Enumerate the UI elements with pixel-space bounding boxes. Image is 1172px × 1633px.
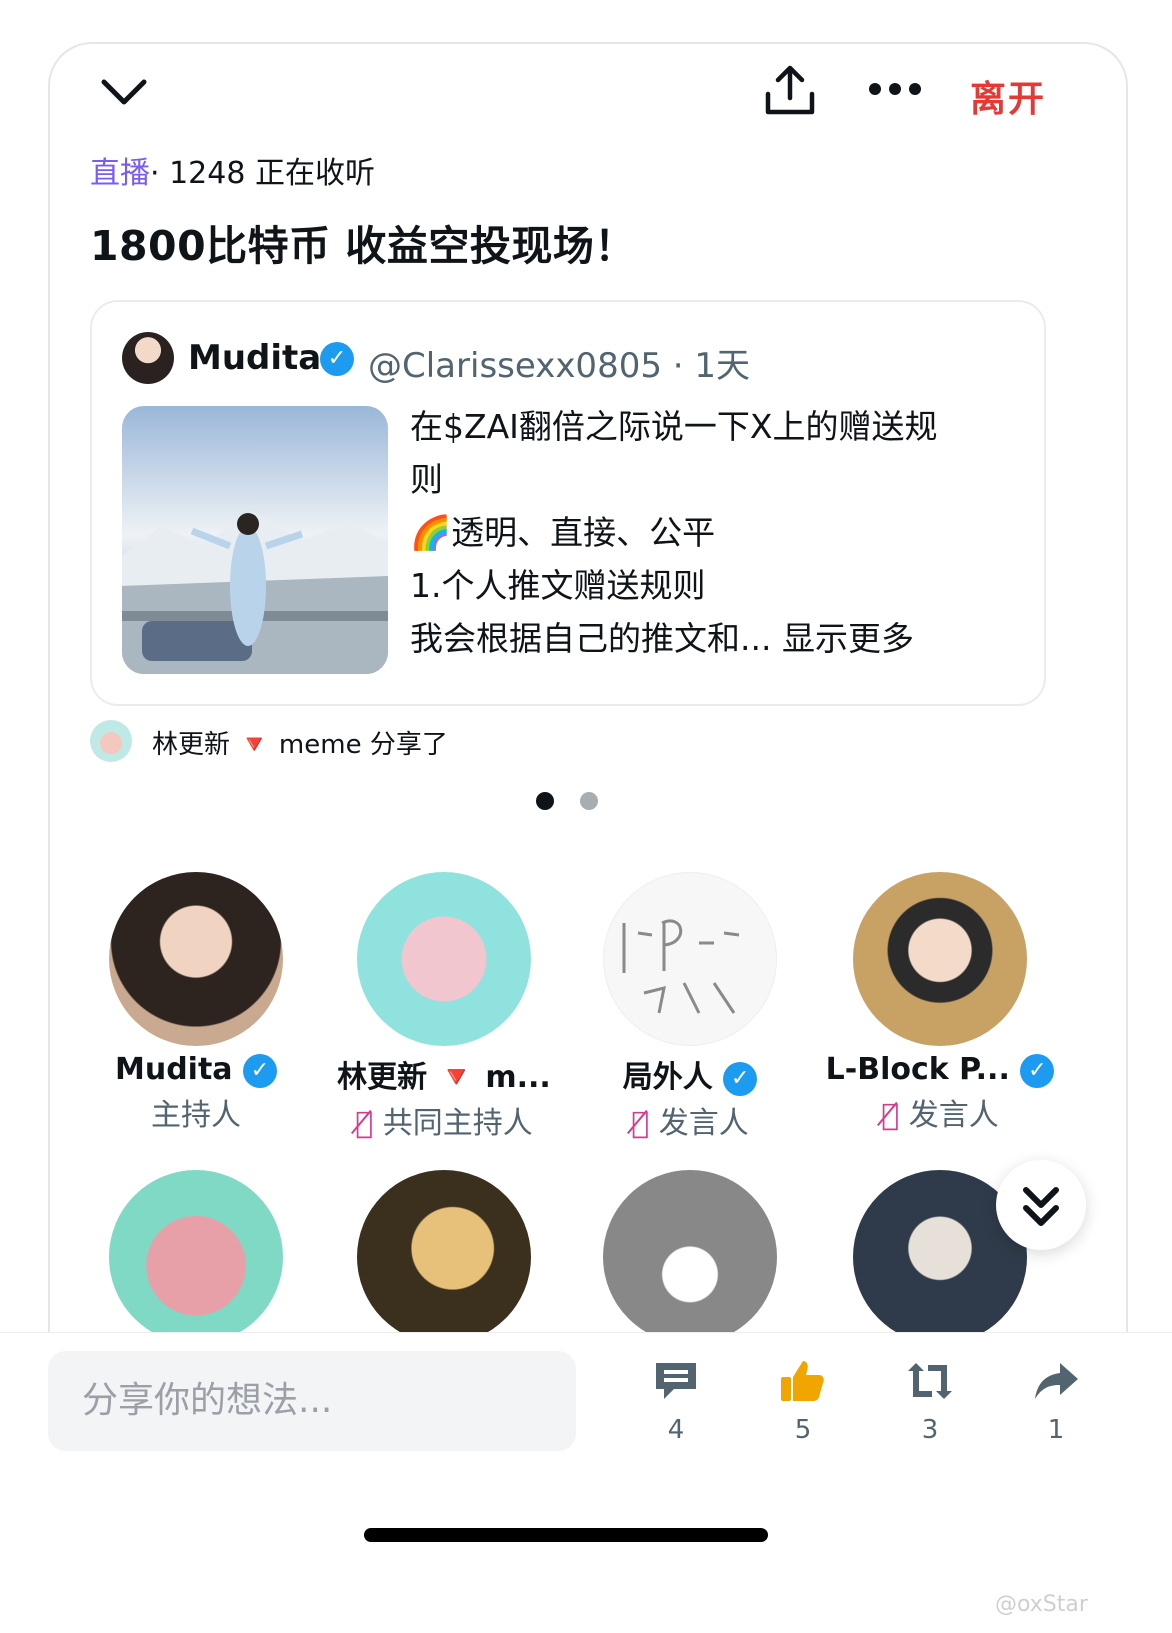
- listener-avatar[interactable]: [357, 1170, 531, 1344]
- carousel-dot-active[interactable]: [536, 792, 554, 810]
- home-indicator[interactable]: [364, 1528, 768, 1542]
- verified-badge-icon: ✓: [1020, 1053, 1055, 1088]
- muted-mic-icon: 🎙̸: [881, 1097, 900, 1133]
- post-line: 🌈透明、直接、公平: [410, 513, 716, 552]
- scroll-down-button[interactable]: [996, 1160, 1086, 1250]
- pinned-post-card[interactable]: Mudita ✓ @Clarissexx0805 · 1天 在$ZAI翻倍之际说…: [90, 300, 1046, 706]
- post-author-avatar[interactable]: [122, 332, 174, 384]
- speaker-1[interactable]: 局外人 ✓ 🎙̸ 发言人: [570, 872, 810, 1142]
- thoughts-input[interactable]: 分享你的想法...: [48, 1351, 576, 1451]
- speaker-name: 局外人: [622, 1060, 713, 1095]
- comment-icon: [656, 1363, 696, 1399]
- listener-avatar[interactable]: [603, 1170, 777, 1344]
- speaker-role-row: 🎙̸ 发言人: [820, 1090, 1060, 1134]
- speaker-role-row: 🎙̸ 共同主持人: [324, 1098, 564, 1142]
- live-status: 直播· 1248 正在收听: [90, 148, 375, 192]
- post-photo[interactable]: [122, 406, 388, 674]
- share-button[interactable]: 1: [1021, 1357, 1091, 1445]
- muted-mic-icon: 🎙̸: [355, 1106, 374, 1141]
- sharer-avatar: [90, 720, 132, 762]
- speaker-role-row: 🎙̸ 发言人: [570, 1098, 810, 1142]
- post-author-name[interactable]: Mudita: [188, 338, 321, 378]
- carousel-dots[interactable]: [536, 792, 598, 812]
- speaker-avatar[interactable]: [603, 872, 777, 1046]
- speaker-2[interactable]: L-Block P... ✓ 🎙̸ 发言人: [820, 872, 1060, 1134]
- listener-avatar[interactable]: [109, 1170, 283, 1344]
- speaker-name-row: Mudita ✓: [76, 1052, 316, 1088]
- speaker-name: 林更新 🔻 m...: [337, 1060, 551, 1095]
- retweet-button[interactable]: 3: [895, 1357, 965, 1445]
- show-more-link[interactable]: 显示更多: [782, 619, 914, 658]
- post-last-line: 我会根据自己的推文和...: [410, 619, 772, 658]
- speaker-role: 主持人: [151, 1097, 241, 1133]
- speaker-cohost[interactable]: 林更新 🔻 m... 🎙̸ 共同主持人: [324, 872, 564, 1142]
- post-line: 在$ZAI翻倍之际说一下X上的赠送规: [410, 407, 938, 446]
- space-title: 1800比特币 收益空投现场！: [90, 222, 636, 270]
- retweet-count: 3: [921, 1415, 939, 1445]
- live-tag: 直播: [90, 156, 150, 191]
- upload-share-icon[interactable]: [764, 64, 816, 116]
- comment-button[interactable]: 4: [641, 1357, 711, 1445]
- verified-badge-icon: ✓: [320, 342, 354, 376]
- post-line: 则: [410, 460, 443, 499]
- verified-badge-icon: ✓: [243, 1053, 277, 1088]
- space-sheet: 离开 直播· 1248 正在收听 1800比特币 收益空投现场！ Mudita …: [48, 42, 1128, 1444]
- muted-mic-icon: 🎙̸: [631, 1106, 650, 1141]
- carousel-dot[interactable]: [580, 792, 598, 810]
- speaker-host[interactable]: Mudita ✓ 主持人: [76, 872, 316, 1134]
- shared-label: meme 分享了: [278, 730, 448, 760]
- speaker-role: 发言人: [908, 1097, 999, 1133]
- like-count: 5: [794, 1415, 812, 1445]
- listener-count: · 1248 正在收听: [150, 156, 375, 191]
- post-handle-time: @Clarissexx0805 · 1天: [368, 346, 751, 386]
- thumbs-up-icon: [781, 1361, 824, 1401]
- shared-by-text: 林更新 🔻 meme 分享了: [152, 724, 448, 761]
- listener[interactable]: [570, 1170, 810, 1344]
- speaker-role: 共同主持人: [382, 1106, 533, 1141]
- post-text[interactable]: 在$ZAI翻倍之际说一下X上的赠送规 则 🌈透明、直接、公平 1.个人推文赠送规…: [410, 400, 1010, 665]
- sharer-name: 林更新: [152, 730, 231, 760]
- leave-button[interactable]: 离开: [970, 70, 1046, 122]
- speaker-avatar[interactable]: [853, 872, 1027, 1046]
- speaker-role: 发言人: [658, 1106, 749, 1141]
- post-line: 我会根据自己的推文和... 显示更多: [410, 612, 1010, 665]
- listener[interactable]: [76, 1170, 316, 1344]
- speaker-name-row: 局外人 ✓: [570, 1052, 810, 1096]
- speaker-name: L-Block P...: [825, 1052, 1010, 1087]
- speaker-name-row: L-Block P... ✓: [820, 1052, 1060, 1088]
- verified-badge-icon: ✓: [723, 1061, 758, 1096]
- retweet-icon: [908, 1363, 952, 1399]
- like-button[interactable]: 5: [768, 1357, 838, 1445]
- watermark: @oxStar: [995, 1592, 1088, 1617]
- share-count: 1: [1047, 1415, 1065, 1445]
- speaker-name: Mudita: [114, 1052, 233, 1087]
- double-chevron-down-icon: [1023, 1187, 1059, 1226]
- bottom-action-bar: 分享你的想法... 4 5 3 1: [0, 1332, 1172, 1633]
- red-triangle-icon: 🔻: [238, 730, 271, 760]
- speaker-avatar[interactable]: [357, 872, 531, 1046]
- collapse-chevron-icon[interactable]: [100, 72, 148, 112]
- more-options-icon[interactable]: [868, 78, 922, 100]
- speaker-avatar[interactable]: [109, 872, 283, 1046]
- share-arrow-icon: [1035, 1363, 1078, 1399]
- comment-count: 4: [667, 1415, 685, 1445]
- listener[interactable]: [324, 1170, 564, 1344]
- post-line: 1.个人推文赠送规则: [410, 566, 706, 605]
